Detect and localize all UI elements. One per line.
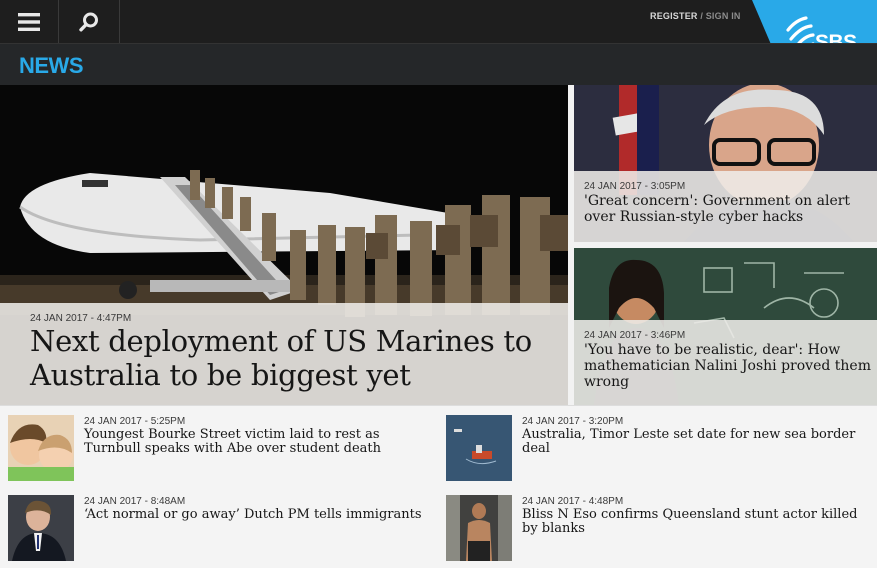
story-item[interactable]: 24 JAN 2017 - 5:25PM Youngest Bourke Str…	[8, 415, 428, 483]
menu-button[interactable]	[0, 0, 59, 43]
story-thumbnail	[8, 415, 74, 481]
story-item[interactable]: 24 JAN 2017 - 3:20PM Australia, Timor Le…	[446, 415, 866, 483]
side-story-cyber[interactable]: 24 JAN 2017 - 3:05PM 'Great concern': Go…	[574, 85, 877, 242]
sign-in-link[interactable]: SIGN IN	[706, 11, 741, 21]
story-timestamp: 24 JAN 2017 - 5:25PM	[84, 416, 186, 427]
side-story-timestamp: 24 JAN 2017 - 3:46PM	[584, 330, 686, 341]
story-thumbnail	[8, 495, 74, 561]
hero-headline[interactable]: Next deployment of US Marines to Austral…	[30, 324, 550, 392]
side-story-headline[interactable]: 'Great concern': Government on alert ove…	[584, 193, 874, 225]
story-list: 24 JAN 2017 - 5:25PM Youngest Bourke Str…	[0, 405, 877, 568]
register-link[interactable]: REGISTER	[650, 11, 698, 21]
story-headline[interactable]: Youngest Bourke Street victim laid to re…	[84, 428, 424, 456]
magnifier-search-icon	[79, 12, 98, 31]
story-item[interactable]: 24 JAN 2017 - 4:48PM Bliss N Eso confirm…	[446, 495, 866, 563]
hero-timestamp: 24 JAN 2017 - 4:47PM	[30, 313, 132, 324]
story-thumbnail	[446, 495, 512, 561]
auth-separator: /	[700, 11, 704, 21]
story-timestamp: 24 JAN 2017 - 8:48AM	[84, 496, 186, 507]
story-item[interactable]: 24 JAN 2017 - 8:48AM ‘Act normal or go a…	[8, 495, 428, 563]
side-story-headline[interactable]: 'You have to be realistic, dear': How ma…	[584, 342, 874, 390]
side-story-mathematician[interactable]: 24 JAN 2017 - 3:46PM 'You have to be rea…	[574, 248, 877, 405]
auth-links: REGISTER / SIGN IN	[650, 11, 741, 21]
section-bar: NEWS	[0, 43, 877, 85]
side-story-timestamp: 24 JAN 2017 - 3:05PM	[584, 181, 686, 192]
hamburger-menu-icon	[18, 12, 40, 31]
story-thumbnail	[446, 415, 512, 481]
story-headline[interactable]: Bliss N Eso confirms Queensland stunt ac…	[522, 508, 862, 536]
search-button[interactable]	[59, 0, 120, 43]
section-title[interactable]: NEWS	[19, 53, 84, 79]
story-headline[interactable]: ‘Act normal or go away’ Dutch PM tells i…	[84, 508, 424, 522]
hero-story[interactable]: 24 JAN 2017 - 4:47PM Next deployment of …	[0, 85, 568, 405]
top-bar: REGISTER / SIGN IN	[0, 0, 877, 43]
story-timestamp: 24 JAN 2017 - 4:48PM	[522, 496, 624, 507]
story-headline[interactable]: Australia, Timor Leste set date for new …	[522, 428, 862, 456]
story-timestamp: 24 JAN 2017 - 3:20PM	[522, 416, 624, 427]
